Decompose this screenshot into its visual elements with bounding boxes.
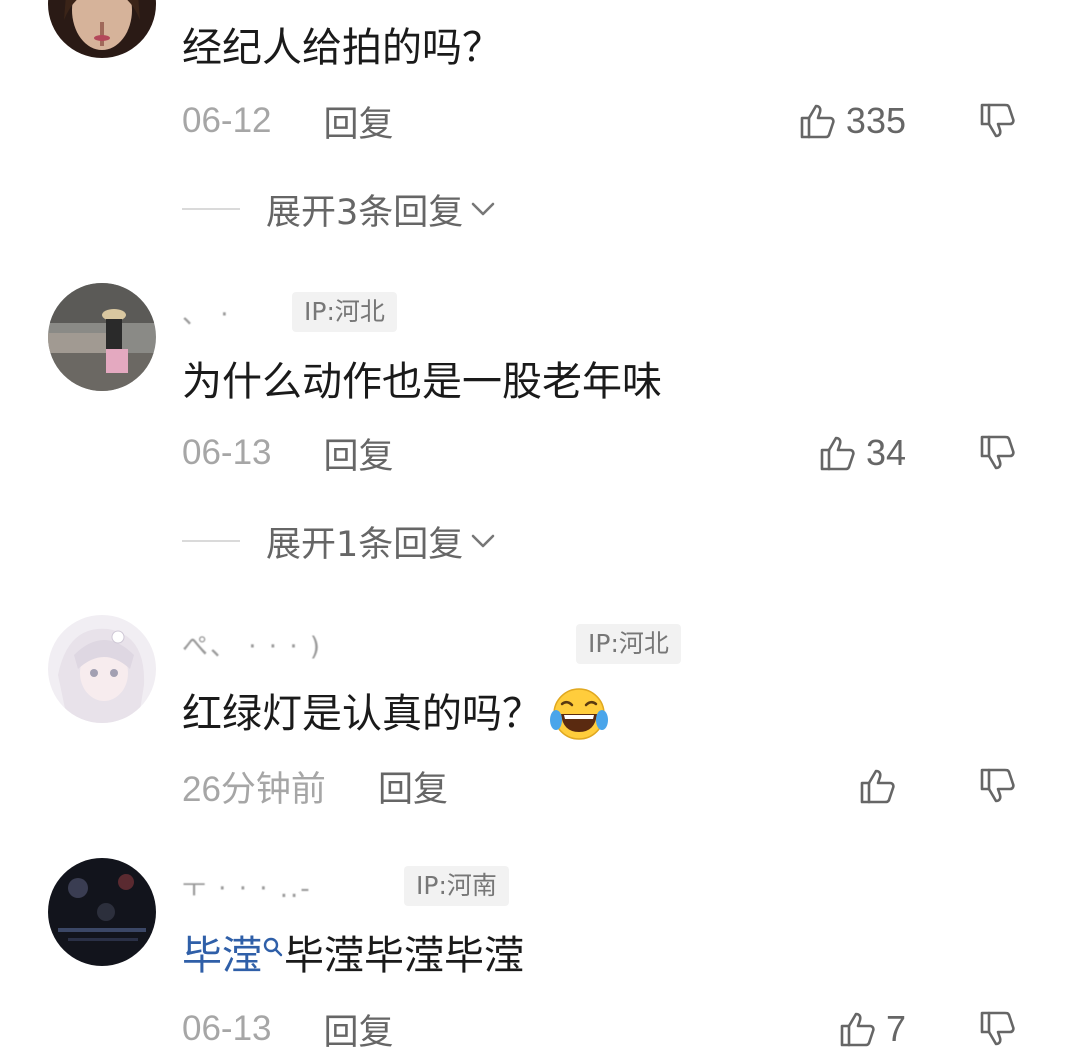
expand-replies-button[interactable]: 展开1条回复 — [182, 516, 497, 566]
reply-button[interactable]: 回复 — [324, 1004, 394, 1055]
search-icon[interactable] — [262, 936, 284, 966]
username[interactable]: 、 · — [182, 294, 278, 331]
reply-button[interactable]: 回复 — [324, 96, 394, 147]
username[interactable]: ぺ、 · · · ) — [182, 626, 562, 663]
thumbs-down-icon — [978, 101, 1018, 141]
like-button[interactable]: 34 — [818, 428, 906, 478]
like-count: 335 — [845, 100, 906, 141]
comment-text: 为什么动作也是一股老年味 — [182, 354, 662, 410]
avatar-image — [48, 858, 156, 966]
comment-meta: 06-13 回复 34 — [182, 428, 1080, 478]
laughing-crying-emoji-icon — [550, 688, 608, 740]
like-button[interactable] — [858, 761, 906, 811]
like-button[interactable]: 7 — [838, 1004, 906, 1054]
comment-date: 06-12 — [182, 101, 272, 140]
comment-text: 红绿灯是认真的吗？ — [182, 686, 610, 742]
dislike-button[interactable] — [978, 428, 1018, 478]
avatar[interactable] — [48, 858, 156, 966]
divider-line — [182, 540, 240, 542]
username-row: ㅜ · · · ..- IP:河南 — [182, 866, 509, 906]
dislike-button[interactable] — [978, 761, 1018, 811]
username-row: ぺ、 · · · ) IP:河北 — [182, 624, 681, 664]
thumbs-down-icon — [978, 766, 1018, 806]
ip-location-badge: IP:河南 — [404, 866, 509, 906]
like-count: 34 — [865, 432, 906, 473]
comment-meta: 26分钟前 回复 — [182, 761, 1080, 811]
avatar[interactable] — [48, 0, 156, 58]
divider-line — [182, 208, 240, 210]
chevron-down-icon — [471, 534, 495, 548]
thumbs-up-icon — [818, 433, 858, 473]
like-button[interactable]: 335 — [798, 96, 906, 146]
comment-date: 06-13 — [182, 433, 272, 472]
avatar[interactable] — [48, 283, 156, 391]
thumbs-up-icon — [858, 766, 898, 806]
dislike-button[interactable] — [978, 1004, 1018, 1054]
like-count: 7 — [885, 1008, 906, 1049]
username-row: 、 · IP:河北 — [182, 292, 397, 332]
comment-text-body: 红绿灯是认真的吗？ — [182, 691, 542, 737]
thumbs-up-icon — [838, 1009, 878, 1049]
comment-text-body: 毕滢毕滢毕滢 — [284, 933, 524, 979]
hashtag-link[interactable]: 毕滢 — [182, 928, 262, 984]
comment-text: 经纪人给拍的吗？ — [182, 20, 502, 76]
comment-meta: 06-13 回复 7 — [182, 1004, 1080, 1054]
dislike-button[interactable] — [978, 96, 1018, 146]
username[interactable]: ㅜ · · · ..- — [182, 868, 390, 905]
chevron-down-icon — [471, 202, 495, 216]
expand-replies-button[interactable]: 展开3条回复 — [182, 184, 497, 234]
thumbs-down-icon — [978, 1009, 1018, 1049]
comment-date: 06-13 — [182, 1009, 272, 1048]
comment-meta: 06-12 回复 335 — [182, 96, 1080, 146]
avatar-image — [48, 0, 156, 58]
thumbs-down-icon — [978, 433, 1018, 473]
avatar[interactable] — [48, 615, 156, 723]
comment-text: 毕滢 毕滢毕滢毕滢 — [182, 928, 524, 984]
reply-button[interactable]: 回复 — [324, 428, 394, 479]
comment-text-body: 经纪人给拍的吗？ — [182, 25, 502, 71]
ip-location-badge: IP:河北 — [292, 292, 397, 332]
thumbs-up-icon — [798, 101, 838, 141]
comment-date: 26分钟前 — [182, 769, 326, 809]
avatar-image — [48, 615, 156, 723]
expand-replies-label: 展开3条回复 — [266, 192, 464, 233]
expand-replies-label: 展开1条回复 — [266, 524, 464, 565]
reply-button[interactable]: 回复 — [378, 761, 448, 812]
ip-location-badge: IP:河北 — [576, 624, 681, 664]
avatar-image — [48, 283, 156, 391]
comment-text-body: 为什么动作也是一股老年味 — [182, 359, 662, 405]
